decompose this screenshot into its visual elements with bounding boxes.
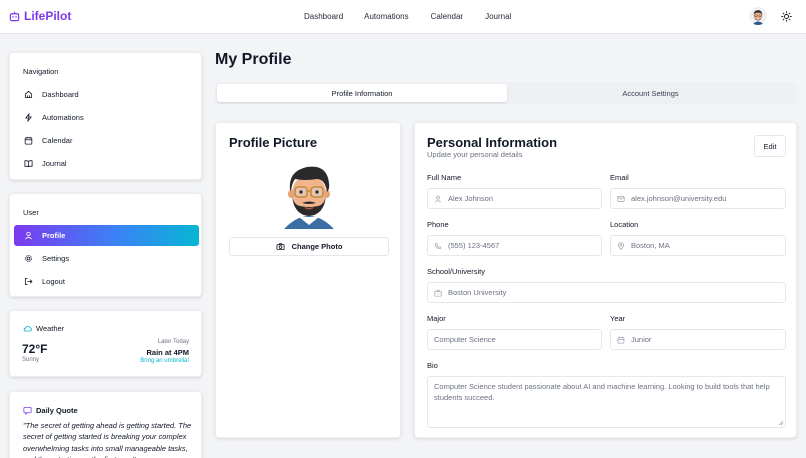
year-placeholder: Junior — [631, 335, 652, 344]
personal-info-title: Personal Information — [427, 135, 558, 150]
top-header: LifePilot Dashboard Automations Calendar… — [0, 0, 806, 34]
quote-header: Daily Quote — [23, 406, 78, 415]
school-field[interactable]: Boston University — [427, 282, 786, 303]
weather-later-label: Later Today — [157, 339, 189, 345]
school-placeholder: Boston University — [448, 288, 507, 297]
school-label: School/University — [427, 267, 485, 276]
mail-icon — [617, 195, 625, 203]
sidebar-item-calendar[interactable]: Calendar — [14, 130, 199, 151]
profile-avatar — [275, 159, 343, 229]
calendar-icon — [617, 336, 625, 344]
cloud-icon — [23, 324, 32, 333]
nav-calendar[interactable]: Calendar — [431, 12, 463, 21]
sidebar-item-label: Journal — [42, 159, 67, 168]
sidebar-item-label: Settings — [42, 254, 70, 263]
brand[interactable]: LifePilot — [9, 9, 71, 23]
resize-handle-icon[interactable] — [778, 420, 784, 426]
navigation-title: Navigation — [23, 67, 59, 76]
tab-bar: Profile Information Account Settings — [215, 82, 796, 104]
sidebar-item-settings[interactable]: Settings — [14, 248, 199, 269]
zap-icon — [24, 113, 33, 122]
year-field[interactable]: Junior — [610, 329, 786, 350]
weather-title: Weather — [36, 324, 65, 333]
edit-button[interactable]: Edit — [754, 135, 786, 157]
brand-name: LifePilot — [24, 9, 72, 23]
avatar[interactable] — [749, 7, 767, 25]
camera-icon — [276, 242, 285, 251]
full-name-placeholder: Alex Johnson — [448, 194, 494, 203]
profile-picture-title: Profile Picture — [229, 135, 318, 150]
page-title: My Profile — [215, 51, 292, 68]
bio-placeholder: Computer Science student passionate abou… — [434, 382, 770, 402]
weather-header: Weather — [23, 324, 64, 333]
major-field[interactable]: Computer Science — [427, 329, 602, 350]
personal-info-card: Personal Information Update your persona… — [414, 122, 797, 438]
logo-icon — [9, 11, 20, 22]
full-name-field[interactable]: Alex Johnson — [427, 188, 602, 209]
map-pin-icon — [617, 241, 625, 250]
email-placeholder: alex.johnson@university.edu — [631, 194, 727, 203]
sidebar-item-label: Calendar — [42, 136, 73, 145]
sidebar-item-profile[interactable]: Profile — [14, 225, 199, 246]
bio-label: Bio — [427, 361, 438, 370]
weather-tip: Bring an umbrella! — [140, 358, 189, 364]
sidebar-item-label: Dashboard — [42, 90, 79, 99]
change-photo-label: Change Photo — [291, 242, 343, 251]
home-icon — [24, 90, 33, 99]
sidebar-item-logout[interactable]: Logout — [14, 271, 199, 292]
user-icon — [24, 231, 33, 240]
profile-picture-card: Profile Picture Change Photo — [215, 122, 401, 438]
sidebar-item-label: Profile — [42, 231, 66, 240]
logout-icon — [24, 277, 33, 286]
theme-toggle[interactable] — [781, 11, 792, 22]
nav-automations[interactable]: Automations — [364, 12, 408, 21]
change-photo-button[interactable]: Change Photo — [229, 237, 389, 256]
sidebar-item-label: Logout — [42, 277, 65, 286]
location-field[interactable]: Boston, MA — [610, 235, 786, 256]
sidebar-item-automations[interactable]: Automations — [14, 107, 199, 128]
nav-journal[interactable]: Journal — [485, 12, 511, 21]
full-name-label: Full Name — [427, 173, 462, 182]
sidebar-item-label: Automations — [42, 113, 84, 122]
sidebar-item-journal[interactable]: Journal — [14, 153, 199, 174]
phone-placeholder: (555) 123-4567 — [448, 241, 500, 250]
weather-temp: 72°F — [22, 342, 48, 356]
phone-icon — [434, 242, 442, 250]
user-icon — [434, 195, 442, 203]
phone-label: Phone — [427, 220, 449, 229]
book-icon — [24, 159, 33, 168]
building-icon — [434, 289, 442, 297]
year-label: Year — [610, 314, 626, 323]
tab-profile-information[interactable]: Profile Information — [217, 84, 507, 102]
gear-icon — [24, 254, 33, 263]
user-title: User — [23, 208, 39, 217]
email-label: Email — [610, 173, 629, 182]
sun-icon — [781, 11, 792, 22]
top-nav: Dashboard Automations Calendar Journal — [304, 12, 511, 21]
personal-info-subtitle: Update your personal details — [427, 150, 523, 159]
nav-dashboard[interactable]: Dashboard — [304, 12, 343, 21]
sidebar-item-dashboard[interactable]: Dashboard — [14, 84, 199, 105]
quote-icon — [23, 406, 32, 415]
calendar-icon — [24, 136, 33, 145]
major-placeholder: Computer Science — [434, 335, 496, 344]
weather-condition: Sunny — [22, 357, 40, 363]
major-label: Major — [427, 314, 446, 323]
location-placeholder: Boston, MA — [631, 241, 670, 250]
quote-title: Daily Quote — [36, 406, 78, 415]
location-label: Location — [610, 220, 639, 229]
email-field[interactable]: alex.johnson@university.edu — [610, 188, 786, 209]
phone-field[interactable]: (555) 123-4567 — [427, 235, 602, 256]
navigation-card: Navigation Dashboard Automations Calenda… — [9, 52, 202, 180]
user-card: User Profile Settings Logout — [9, 193, 202, 297]
quote-text: "The secret of getting ahead is getting … — [23, 421, 192, 458]
quote-card: Daily Quote "The secret of getting ahead… — [9, 391, 202, 458]
bio-field[interactable]: Computer Science student passionate abou… — [427, 376, 786, 428]
weather-forecast: Rain at 4PM — [146, 348, 189, 357]
tab-account-settings[interactable]: Account Settings — [507, 84, 794, 102]
weather-card: Weather 72°F Sunny Later Today Rain at 4… — [9, 310, 202, 377]
